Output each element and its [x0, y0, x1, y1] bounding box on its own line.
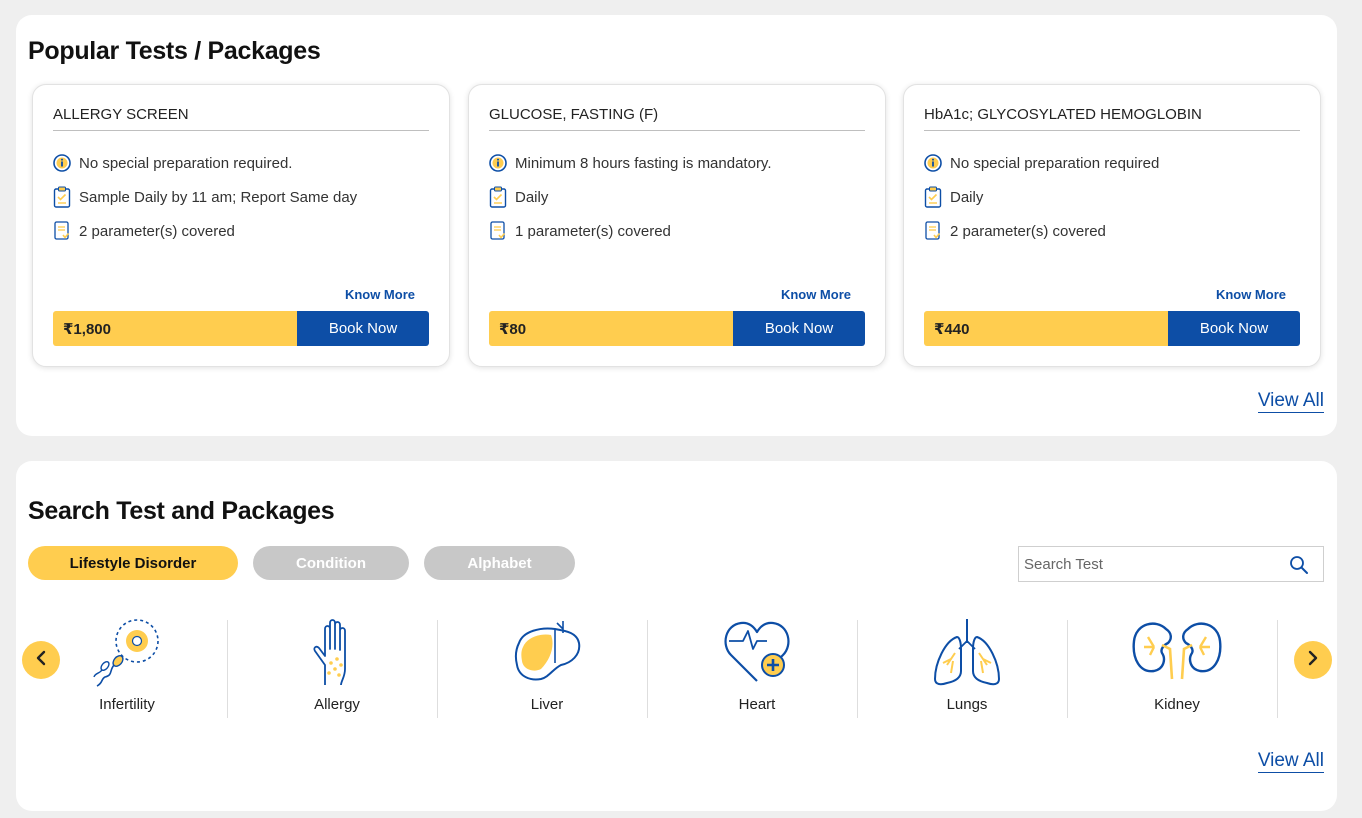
lungs-icon: [931, 619, 1003, 689]
category-label: Liver: [530, 696, 564, 713]
schedule-row: Daily: [924, 186, 983, 208]
know-more-link[interactable]: Know More: [781, 287, 851, 302]
category-divider: [647, 620, 648, 718]
view-all-tests-link[interactable]: View All: [1257, 390, 1324, 413]
popular-tests-panel: Popular Tests / Packages ALLERGY SCREEN …: [16, 15, 1337, 436]
test-card: GLUCOSE, FASTING (F) Minimum 8 hours fas…: [468, 84, 886, 367]
price-label: ₹80: [489, 311, 733, 346]
know-more-link[interactable]: Know More: [1216, 287, 1286, 302]
category-divider: [857, 620, 858, 718]
know-more-link[interactable]: Know More: [345, 287, 415, 302]
search-tests-panel: Search Test and Packages Lifestyle Disor…: [16, 461, 1337, 811]
category-divider: [227, 620, 228, 718]
preparation-text: No special preparation required.: [79, 154, 293, 172]
search-tests-title: Search Test and Packages: [28, 497, 335, 525]
category-allergy[interactable]: Allergy: [232, 619, 442, 718]
liver-icon: [511, 619, 583, 689]
parameters-text: 2 parameter(s) covered: [79, 222, 235, 240]
schedule-text: Sample Daily by 11 am; Report Same day: [79, 188, 358, 206]
parameters-row: 1 parameter(s) covered: [489, 220, 671, 242]
clipboard-icon: [489, 186, 507, 208]
allergy-icon: [301, 619, 373, 689]
report-icon: [924, 220, 942, 242]
category-infertility[interactable]: Infertility: [22, 619, 232, 718]
report-icon: [489, 220, 507, 242]
heart-icon: [721, 619, 793, 689]
category-label: Allergy: [314, 696, 360, 713]
schedule-text: Daily: [950, 188, 984, 206]
category-divider: [437, 620, 438, 718]
clipboard-icon: [924, 186, 942, 208]
price-bar: ₹1,800 Book Now: [53, 311, 429, 346]
preparation-row: Minimum 8 hours fasting is mandatory.: [489, 152, 772, 174]
view-all-categories-link[interactable]: View All: [1257, 750, 1324, 773]
preparation-text: Minimum 8 hours fasting is mandatory.: [515, 154, 772, 172]
clipboard-icon: [53, 186, 71, 208]
test-card-title: HbA1c; GLYCOSYLATED HEMOGLOBIN: [924, 106, 1300, 131]
info-icon: [53, 152, 71, 174]
info-icon: [924, 152, 942, 174]
parameters-text: 2 parameter(s) covered: [950, 222, 1106, 240]
search-box: [1018, 546, 1324, 582]
schedule-row: Sample Daily by 11 am; Report Same day: [53, 186, 357, 208]
schedule-text: Daily: [515, 188, 549, 206]
test-card: HbA1c; GLYCOSYLATED HEMOGLOBIN No specia…: [903, 84, 1321, 367]
category-heart[interactable]: Heart: [652, 619, 862, 718]
info-icon: [489, 152, 507, 174]
category-divider: [1067, 620, 1068, 718]
search-icon[interactable]: [1289, 555, 1309, 575]
schedule-row: Daily: [489, 186, 548, 208]
category-liver[interactable]: Liver: [442, 619, 652, 718]
book-now-button[interactable]: Book Now: [1168, 311, 1300, 346]
tab-lifestyle-disorder[interactable]: Lifestyle Disorder: [28, 546, 238, 580]
category-lungs[interactable]: Lungs: [862, 619, 1072, 718]
tab-condition[interactable]: Condition: [253, 546, 409, 580]
test-card-title: ALLERGY SCREEN: [53, 106, 429, 131]
category-kidney[interactable]: Kidney: [1072, 619, 1282, 718]
popular-tests-title: Popular Tests / Packages: [28, 37, 321, 65]
book-now-button[interactable]: Book Now: [733, 311, 865, 346]
category-label: Lungs: [946, 696, 988, 713]
test-card: ALLERGY SCREEN No special preparation re…: [32, 84, 450, 367]
chevron-right-icon: [1306, 650, 1320, 671]
test-card-title: GLUCOSE, FASTING (F): [489, 106, 865, 131]
price-bar: ₹80 Book Now: [489, 311, 865, 346]
report-icon: [53, 220, 71, 242]
infertility-icon: [91, 619, 163, 689]
search-input[interactable]: [1024, 547, 1284, 581]
parameters-text: 1 parameter(s) covered: [515, 222, 671, 240]
price-bar: ₹440 Book Now: [924, 311, 1300, 346]
parameters-row: 2 parameter(s) covered: [53, 220, 235, 242]
tab-alphabet[interactable]: Alphabet: [424, 546, 575, 580]
category-label: Infertility: [99, 696, 155, 713]
preparation-row: No special preparation required.: [53, 152, 292, 174]
kidney-icon: [1132, 619, 1222, 689]
carousel-next-button[interactable]: [1294, 641, 1332, 679]
book-now-button[interactable]: Book Now: [297, 311, 429, 346]
preparation-text: No special preparation required: [950, 154, 1160, 172]
parameters-row: 2 parameter(s) covered: [924, 220, 1106, 242]
category-divider: [1277, 620, 1278, 718]
preparation-row: No special preparation required: [924, 152, 1159, 174]
category-label: Kidney: [1154, 696, 1200, 713]
price-label: ₹440: [924, 311, 1168, 346]
price-label: ₹1,800: [53, 311, 297, 346]
category-label: Heart: [738, 696, 776, 713]
